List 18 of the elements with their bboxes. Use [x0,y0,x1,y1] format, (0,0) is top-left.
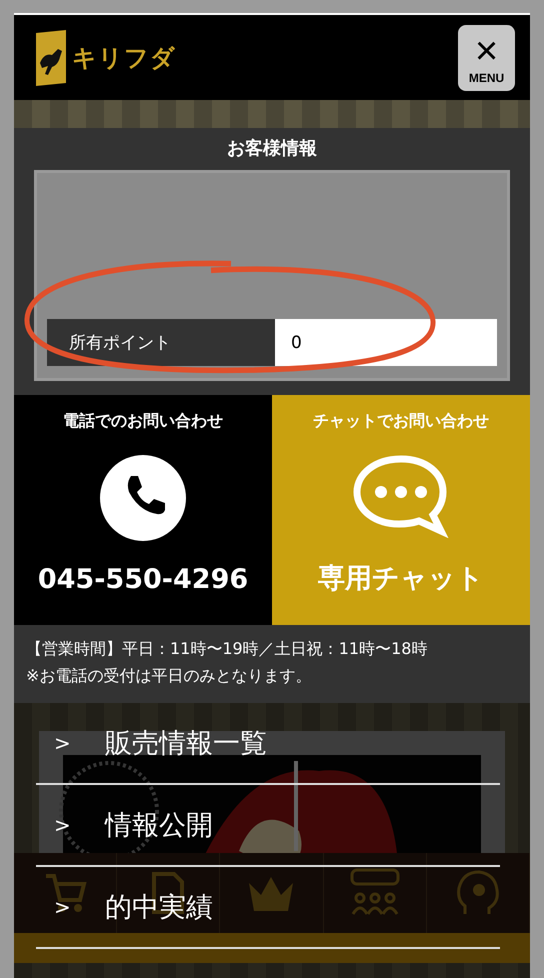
hours-note: 【営業時間】平日：11時〜19時／土日祝：11時〜18時 [26,639,428,660]
logo-text: キリフダ [72,42,176,74]
menu-item[interactable]: > 的中実績 [36,867,500,949]
phone-icon [99,454,187,542]
hours-note: ※お電話の受付は平日のみとなります。 [26,666,312,687]
menu-item[interactable]: > 情報公開 [36,785,500,867]
chat-icon [351,454,451,538]
menu-button[interactable]: × MENU [458,24,515,90]
section-title: お客様情報 [226,137,318,160]
field-label: 所有ポイント [47,319,275,366]
menu-item[interactable]: > 販売情報一覧 [36,703,500,785]
field-value: 0 [275,319,497,366]
contact-action: 045-550-4296 [38,564,248,595]
contact-heading: チャットでお問い合わせ [313,411,489,432]
logo-icon [34,28,68,86]
contact-heading: 電話でのお問い合わせ [63,411,223,432]
contact-action: 専用チャット [318,562,484,596]
phone-contact-card[interactable]: 電話でのお問い合わせ 045-550-4296 [14,395,272,625]
